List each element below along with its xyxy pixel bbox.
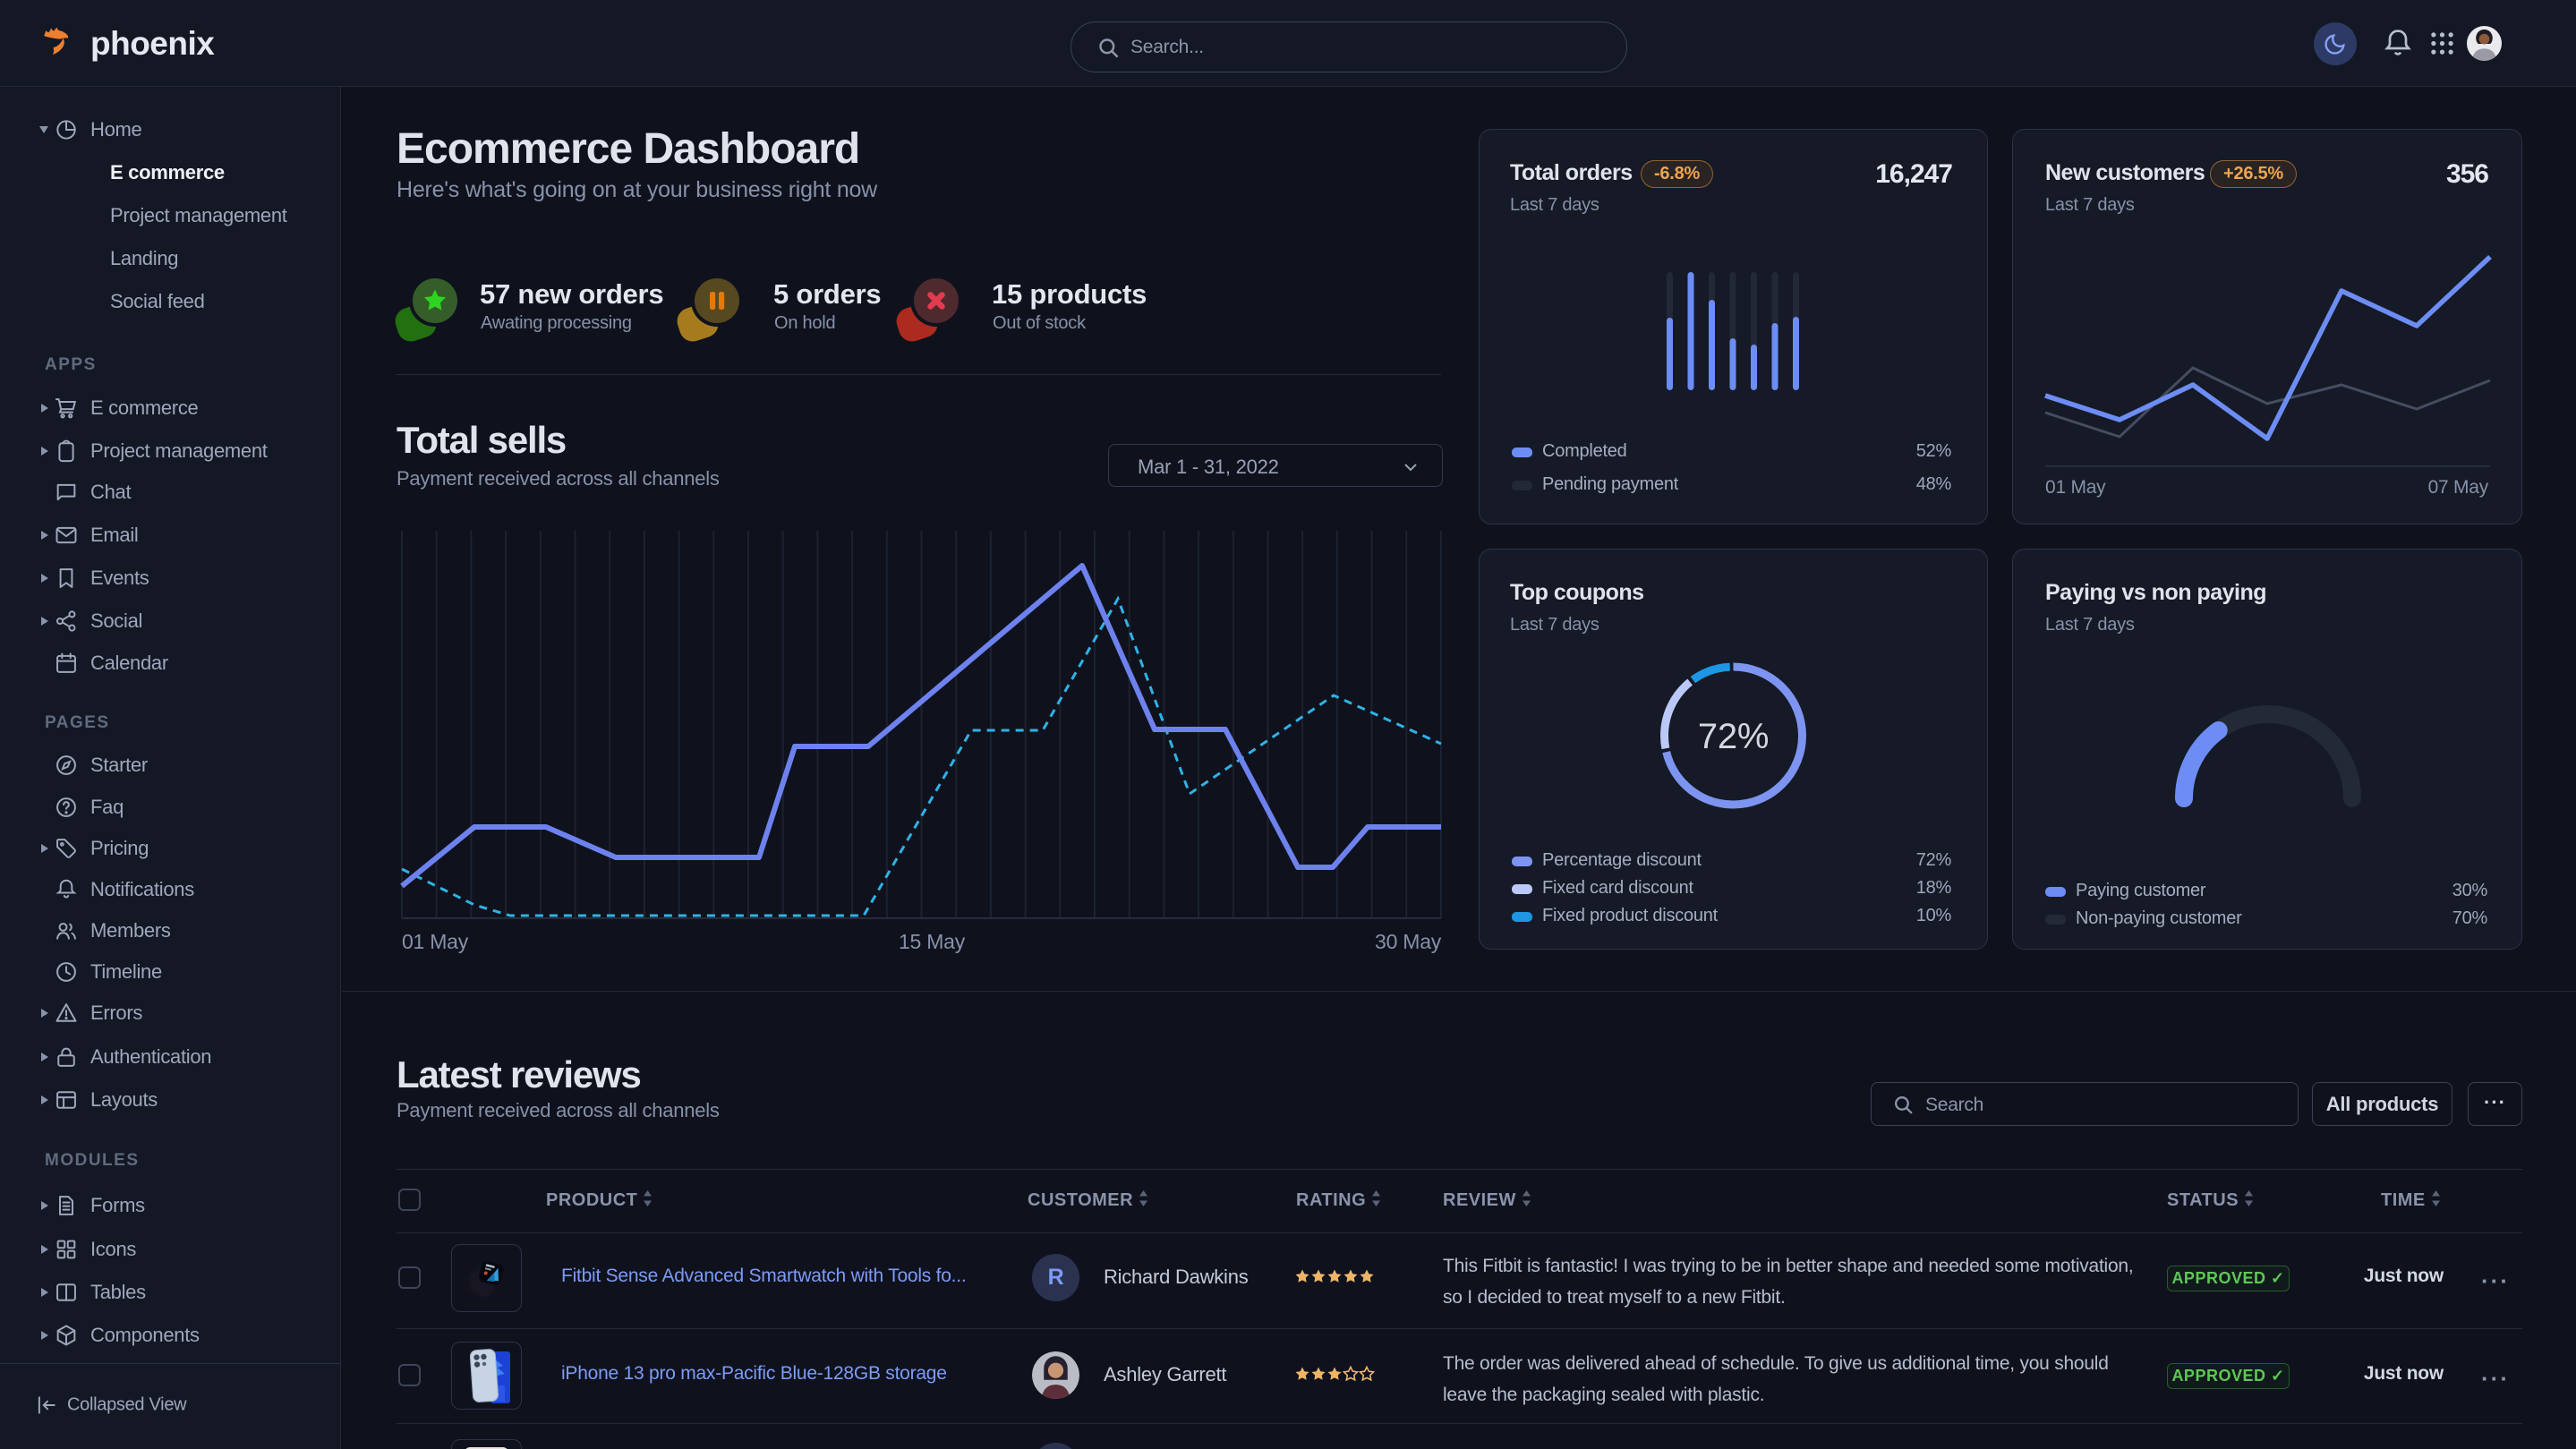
svg-text:01 May: 01 May [402,930,469,953]
svg-text:72%: 72% [1698,717,1769,756]
svg-text:15 May: 15 May [899,930,966,953]
svg-text:30 May: 30 May [1375,930,1442,953]
